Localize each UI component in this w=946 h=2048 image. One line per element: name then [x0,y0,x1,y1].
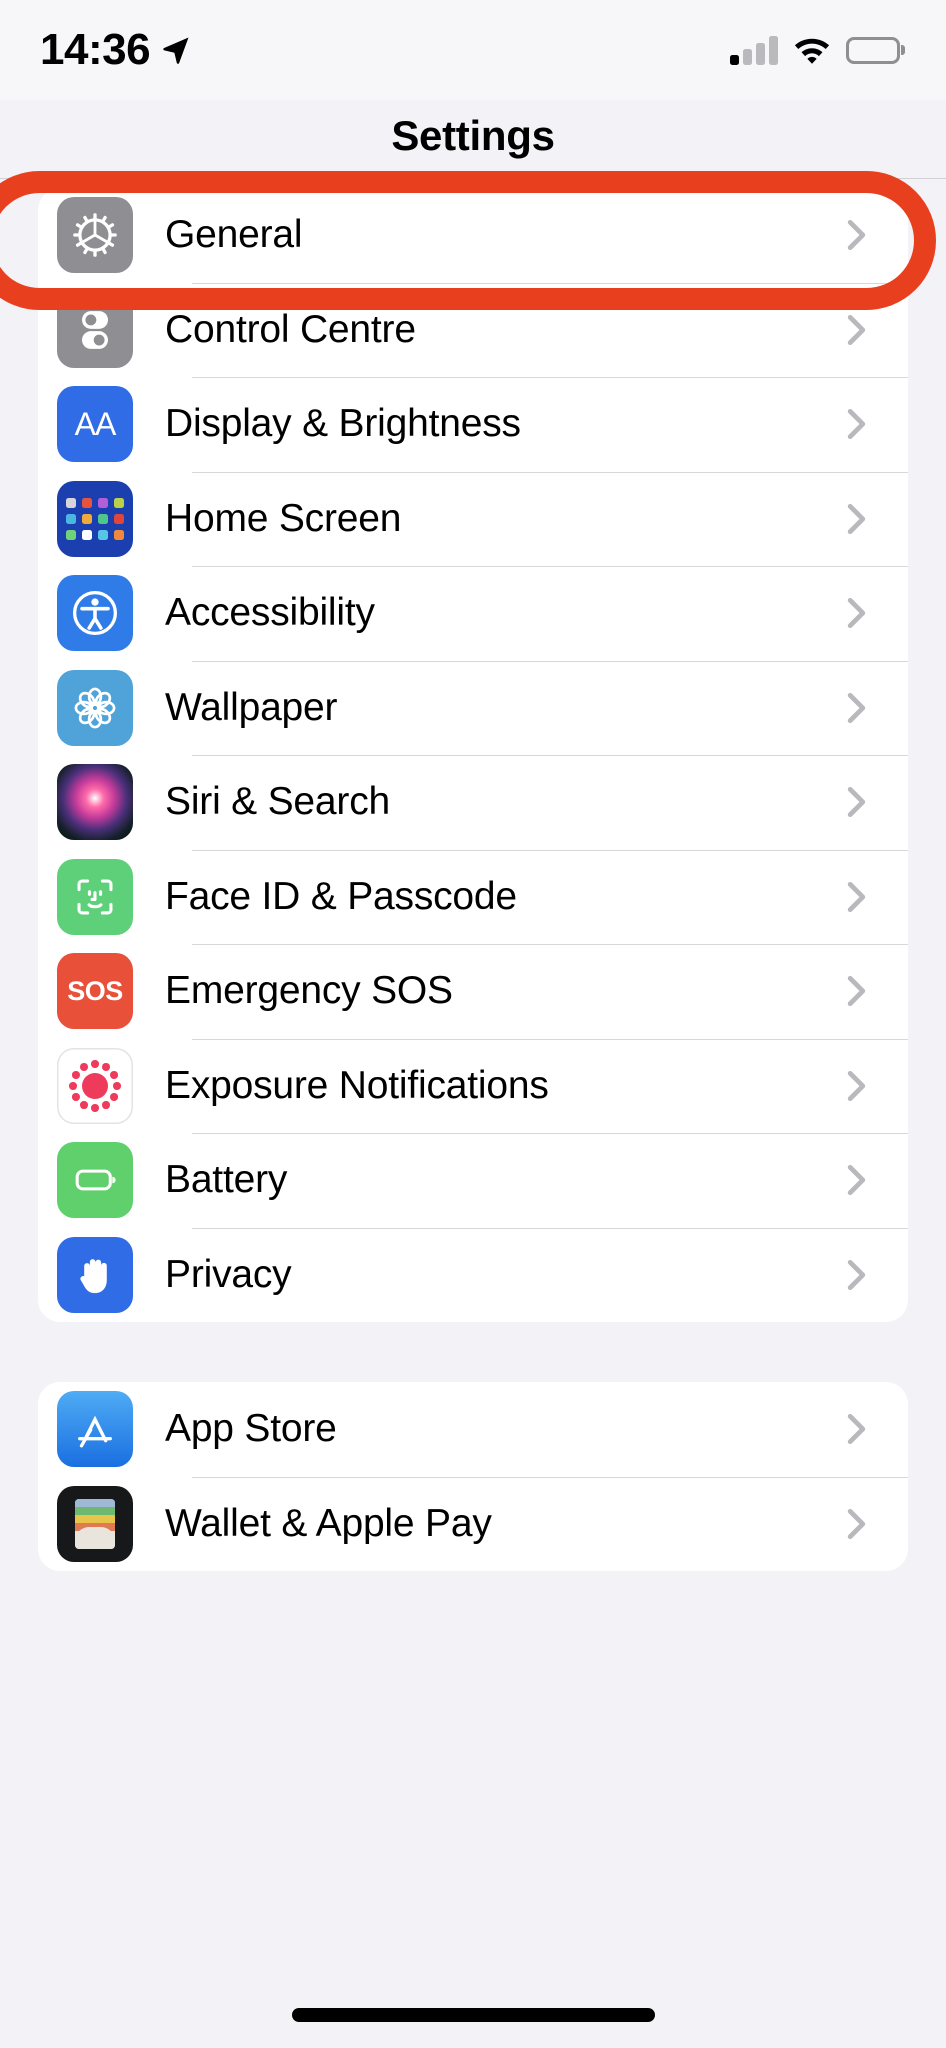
settings-row-siri-search[interactable]: Siri & Search [38,755,908,850]
chevron-right-icon [847,881,866,912]
settings-row-label: General [165,213,303,257]
row-divider [192,944,908,945]
wallpaper-flower-icon [57,669,133,746]
settings-row-control-centre[interactable]: Control Centre [38,282,908,378]
gear-icon [57,197,133,274]
face-id-icon [57,858,133,935]
battery-icon [57,1142,133,1219]
settings-row-battery[interactable]: Battery [38,1133,908,1228]
accessibility-person-icon [57,575,133,652]
settings-row-label: Exposure Notifications [165,1063,549,1107]
chevron-right-icon [847,598,866,629]
settings-row-label: App Store [165,1407,337,1451]
settings-row-emergency-sos[interactable]: SOS Emergency SOS [38,944,908,1039]
emergency-sos-icon: SOS [57,953,133,1030]
settings-scroll-content[interactable]: General Control Centre AA Display & Brig… [0,179,946,2048]
status-bar-clock: 14:36 [40,25,151,74]
row-divider [192,471,908,473]
chevron-right-icon [847,503,866,534]
settings-row-home-screen[interactable]: Home Screen [38,471,908,567]
settings-row-general[interactable]: General [38,188,908,283]
cellular-signal-icon [730,35,778,65]
chevron-right-icon [847,1165,866,1196]
chevron-right-icon [847,787,866,818]
settings-row-face-id-passcode[interactable]: Face ID & Passcode [38,849,908,945]
status-bar-left: 14:36 [40,28,191,72]
row-divider [192,282,908,284]
row-divider [192,849,908,851]
settings-row-label: Battery [165,1158,288,1202]
battery-icon [846,36,900,64]
chevron-right-icon [847,1070,866,1101]
settings-group-main: General Control Centre AA Display & Brig… [38,188,908,1322]
chevron-right-icon [847,1414,866,1445]
settings-row-label: Privacy [165,1252,292,1296]
exposure-notifications-icon [57,1047,133,1124]
chevron-right-icon [847,314,866,345]
settings-row-label: Control Centre [165,307,416,351]
status-bar-right [730,35,900,65]
settings-row-label: Accessibility [165,591,375,635]
status-bar: 14:36 [0,0,946,100]
chevron-right-icon [847,1259,866,1290]
settings-row-wallpaper[interactable]: Wallpaper [38,660,908,756]
settings-row-app-store[interactable]: App Store [38,1382,908,1477]
row-divider [192,1133,908,1134]
settings-row-label: Siri & Search [165,780,390,824]
location-arrow-icon [163,37,189,64]
home-screen-grid-icon [57,480,133,557]
settings-row-label: Wallet & Apple Pay [165,1501,492,1545]
settings-row-display-brightness[interactable]: AA Display & Brightness [38,377,908,472]
settings-row-accessibility[interactable]: Accessibility [38,566,908,661]
row-divider [192,1476,908,1478]
app-store-icon [57,1391,133,1468]
wifi-icon [794,38,830,64]
settings-row-label: Emergency SOS [165,969,453,1013]
page-title: Settings [391,112,555,159]
chevron-right-icon [847,220,866,251]
siri-orb-icon [57,764,133,841]
privacy-hand-icon [57,1236,133,1313]
control-centre-icon [57,291,133,368]
row-divider [192,755,908,756]
settings-row-privacy[interactable]: Privacy [38,1227,908,1323]
settings-group-apps: App Store Wallet & Apple Pay [38,1382,908,1571]
chevron-right-icon [847,409,866,440]
chevron-right-icon [847,976,866,1007]
settings-row-wallet-apple-pay[interactable]: Wallet & Apple Pay [38,1476,908,1572]
row-divider [192,660,908,662]
chevron-right-icon [847,1508,866,1539]
settings-row-label: Display & Brightness [165,402,521,446]
wallet-icon [57,1485,133,1562]
row-divider [192,377,908,378]
display-brightness-aa-icon: AA [57,386,133,463]
row-divider [192,1227,908,1229]
settings-row-exposure-notifications[interactable]: Exposure Notifications [38,1038,908,1134]
settings-row-label: Wallpaper [165,685,338,729]
row-divider [192,1038,908,1040]
home-indicator-bar [292,2008,655,2022]
settings-row-label: Face ID & Passcode [165,874,517,918]
chevron-right-icon [847,692,866,723]
settings-row-label: Home Screen [165,496,402,540]
row-divider [192,566,908,567]
